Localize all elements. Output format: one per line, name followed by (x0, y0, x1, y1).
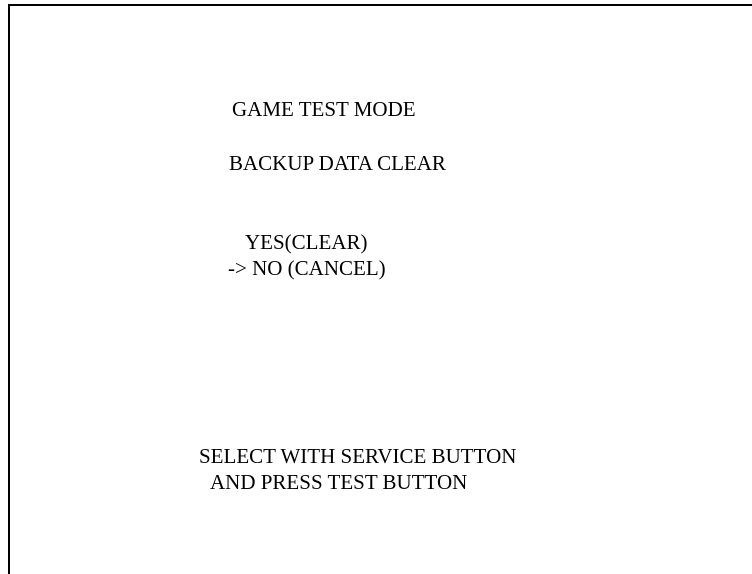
menu-option-label: NO (CANCEL) (252, 256, 386, 280)
menu-option-no-cancel[interactable]: -> NO (CANCEL) (228, 256, 386, 280)
page-title: GAME TEST MODE (232, 97, 416, 121)
instruction-line-1: SELECT WITH SERVICE BUTTON (199, 444, 517, 468)
menu-option-yes-clear[interactable]: YES(CLEAR) (245, 230, 368, 254)
page-subtitle: BACKUP DATA CLEAR (229, 151, 446, 175)
selection-cursor: -> (228, 256, 247, 280)
menu-option-label: YES(CLEAR) (245, 230, 368, 254)
instruction-line-2: AND PRESS TEST BUTTON (210, 470, 468, 494)
